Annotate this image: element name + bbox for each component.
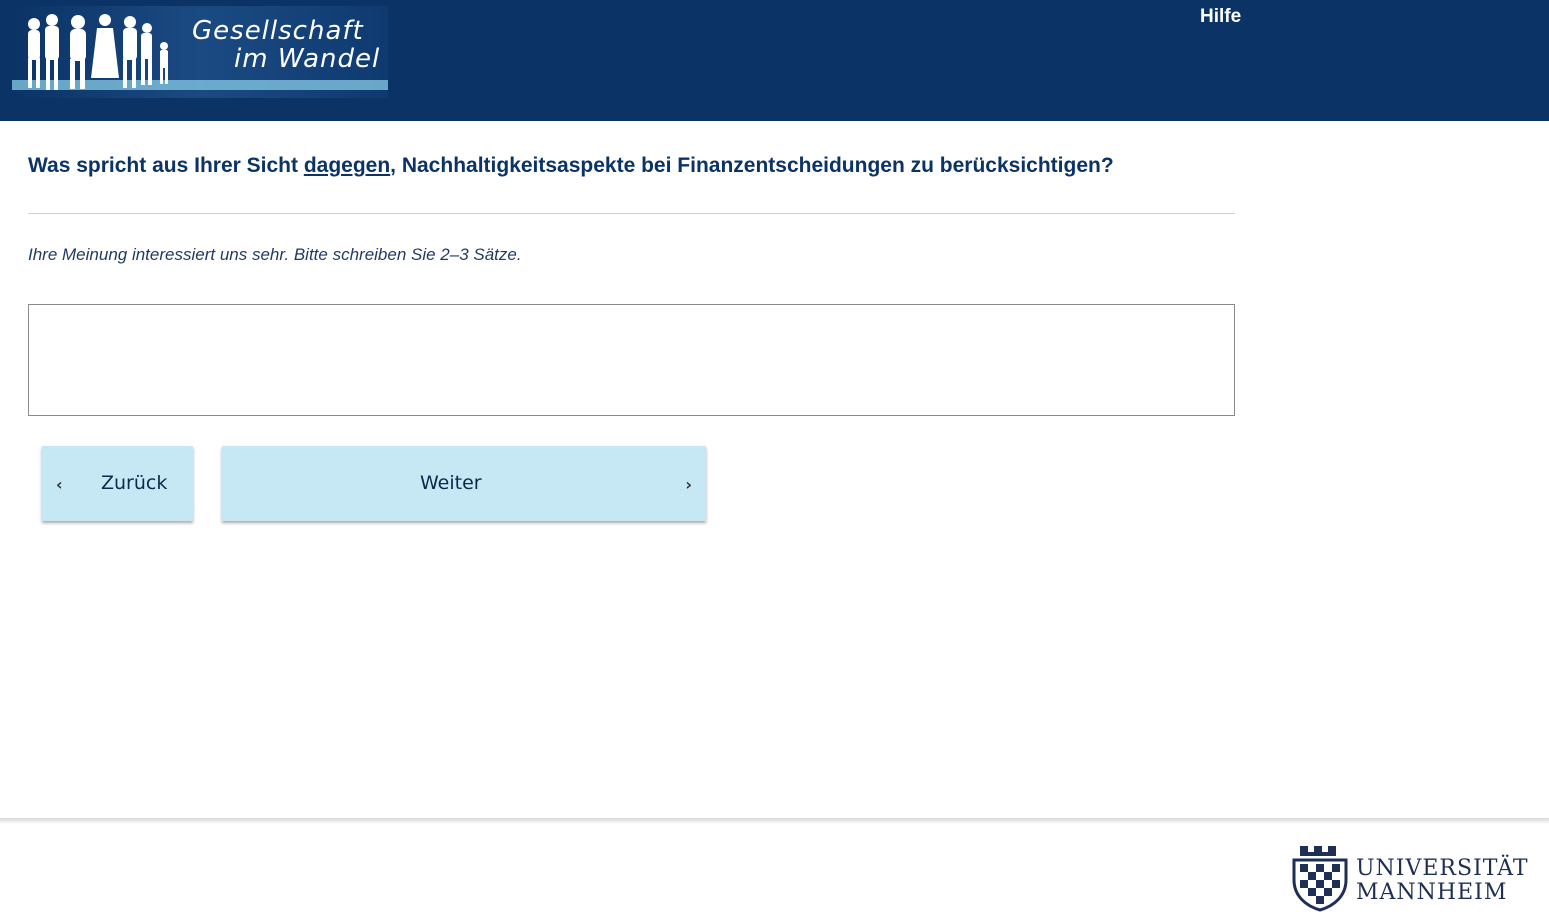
university-name-line2: MANNHEIM [1356,880,1508,905]
question-text-after: , Nachhaltigkeitsaspekte bei Finanzentsc… [390,154,1114,177]
next-button-label: Weiter [420,472,482,494]
question-text: Was spricht aus Ihrer Sicht dagegen, Nac… [28,154,1238,178]
logo-text-line2: im Wandel [234,44,381,74]
question-emphasis: dagegen [303,154,391,177]
footer-divider [0,818,1549,824]
chevron-right-icon: › [685,475,692,494]
next-button[interactable]: Weiter › [222,446,706,521]
header-bar: Gesellschaft im Wandel Hilfe [0,0,1549,121]
chevron-left-icon: ‹ [56,475,63,494]
back-button[interactable]: ‹ Zurück [42,446,193,521]
logo-text-line1: Gesellschaft [192,16,364,46]
question-text-before: Was spricht aus Ihrer Sicht [28,154,304,177]
help-link[interactable]: Hilfe [1200,6,1241,28]
university-mannheim-logo: UNIVERSITÄT MANNHEIM [1288,840,1540,912]
divider [28,213,1235,214]
university-crest-icon [1292,846,1348,912]
gesellschaft-im-wandel-logo: Gesellschaft im Wandel [12,6,388,98]
instruction-text: Ihre Meinung interessiert uns sehr. Bitt… [28,245,522,264]
back-button-label: Zurück [101,472,168,494]
university-name-line1: UNIVERSITÄT [1356,856,1529,881]
answer-textarea[interactable] [28,304,1235,416]
